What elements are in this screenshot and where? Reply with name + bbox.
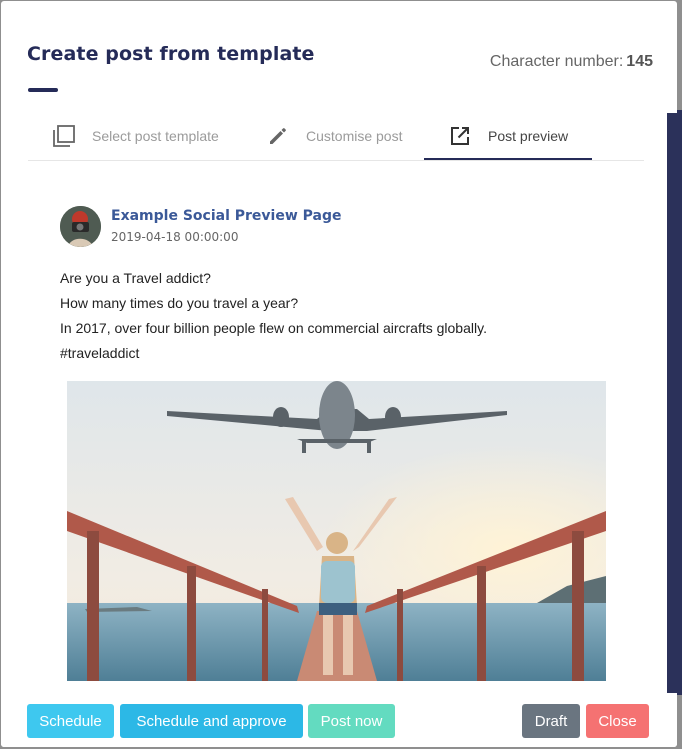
modal-header: Create post from template Character numb…	[1, 1, 677, 111]
character-count-label: Character number:	[489, 53, 624, 70]
post-date: 2019-04-18 00:00:00	[111, 230, 239, 244]
tab-label: Customise post	[306, 127, 403, 144]
post-image	[67, 381, 606, 681]
page-avatar	[60, 206, 101, 247]
wizard-tabs: Select post template Customise post Post…	[28, 112, 644, 161]
modal-scrollbar[interactable]	[667, 113, 677, 693]
character-count-value: 145	[626, 53, 653, 70]
modal-footer: Schedule Schedule and approve Post now D…	[1, 693, 677, 747]
close-button[interactable]: Close	[586, 704, 649, 738]
schedule-and-approve-button[interactable]: Schedule and approve	[120, 704, 303, 738]
post-text: Are you a Travel addict? How many times …	[60, 266, 487, 366]
schedule-button[interactable]: Schedule	[27, 704, 114, 738]
tab-select-post-template[interactable]: Select post template	[52, 112, 219, 159]
pencil-icon	[266, 124, 290, 148]
draft-button[interactable]: Draft	[522, 704, 580, 738]
post-hashtag: #traveladdict	[60, 345, 140, 361]
create-post-modal: Create post from template Character numb…	[1, 1, 677, 747]
character-count: Character number: 145	[490, 53, 653, 71]
post-text-line: Are you a Travel addict?	[60, 270, 211, 286]
tab-post-preview[interactable]: Post preview	[424, 112, 592, 160]
tab-label: Post preview	[488, 127, 569, 144]
tab-customise-post[interactable]: Customise post	[266, 112, 402, 159]
tab-label: Select post template	[92, 127, 219, 144]
post-text-line: How many times do you travel a year?	[60, 295, 299, 311]
post-text-line: In 2017, over four billion people flew o…	[60, 320, 487, 336]
post-now-button[interactable]: Post now	[308, 704, 395, 738]
page-name-link[interactable]: Example Social Preview Page	[111, 208, 341, 224]
template-copy-icon	[52, 124, 76, 148]
modal-title: Create post from template	[27, 43, 315, 65]
title-underline	[28, 88, 58, 92]
open-external-icon	[448, 124, 472, 148]
